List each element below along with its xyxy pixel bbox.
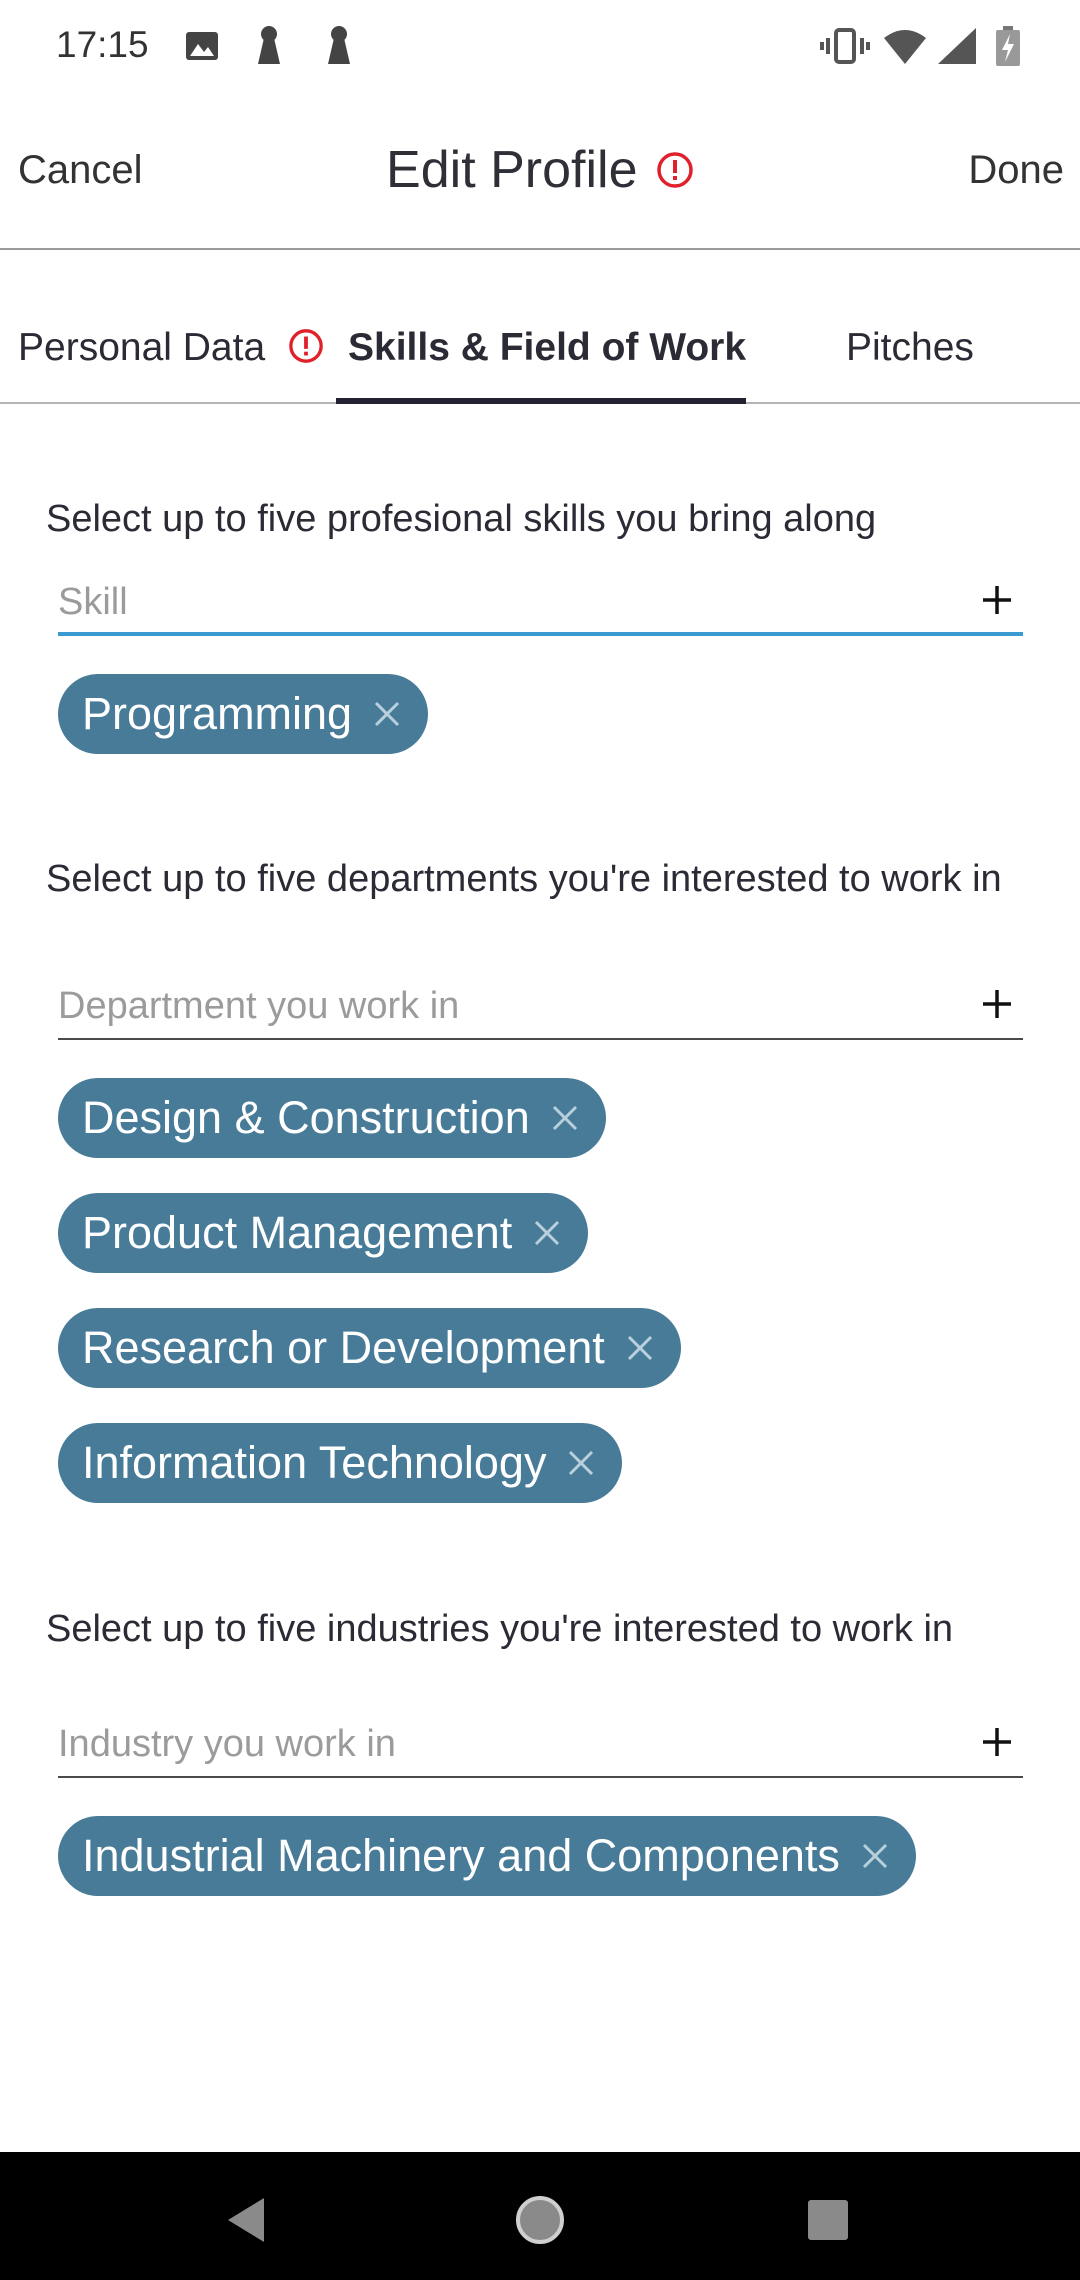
remove-chip-icon[interactable] — [550, 1103, 580, 1133]
department-chip: Design & Construction — [58, 1078, 606, 1158]
back-icon[interactable] — [218, 2190, 278, 2250]
active-tab-indicator — [336, 398, 746, 404]
system-nav-bar — [0, 2152, 1080, 2280]
tab-skills-field-of-work[interactable]: Skills & Field of Work — [348, 326, 746, 370]
department-chip: Product Management — [58, 1193, 589, 1273]
done-button[interactable]: Done — [968, 148, 1064, 193]
chip-label: Research or Development — [82, 1322, 605, 1373]
vibrate-icon — [820, 28, 870, 64]
skill-field — [58, 574, 1023, 636]
title-wrap: Edit Profile — [0, 140, 1080, 200]
remove-chip-icon[interactable] — [372, 699, 402, 729]
key-icon — [328, 26, 350, 64]
skills-label: Select up to five profesional skills you… — [46, 498, 877, 540]
industry-chip: Industrial Machinery and Components — [58, 1816, 916, 1896]
chip-label: Programming — [82, 688, 353, 739]
department-chip: Research or Development — [58, 1308, 681, 1388]
department-field — [58, 978, 1023, 1040]
department-chip: Information Technology — [58, 1423, 623, 1503]
page-title: Edit Profile — [386, 141, 638, 199]
remove-chip-icon[interactable] — [860, 1841, 890, 1871]
tab-label: Skills & Field of Work — [348, 326, 747, 369]
gallery-icon — [186, 32, 218, 60]
tab-label: Pitches — [846, 326, 974, 369]
tab-label: Personal Data — [18, 326, 266, 369]
chip-label: Design & Construction — [82, 1092, 530, 1143]
wifi-icon — [884, 30, 926, 64]
status-bar: 17:15 — [0, 0, 1080, 92]
status-time: 17:15 — [56, 24, 149, 65]
skill-input[interactable] — [58, 574, 938, 630]
tab-personal-data[interactable]: Personal Data — [18, 326, 324, 370]
home-icon[interactable] — [510, 2190, 570, 2250]
industry-input[interactable] — [58, 1716, 938, 1772]
departments-label: Select up to five departments you're int… — [46, 858, 1002, 900]
battery-icon — [996, 26, 1020, 66]
chip-label: Industrial Machinery and Components — [82, 1830, 840, 1881]
tab-bar: Personal Data Skills & Field of Work Pit… — [0, 252, 1080, 404]
add-department-button[interactable] — [977, 984, 1017, 1024]
chip-label: Information Technology — [82, 1437, 547, 1488]
industries-label: Select up to five industries you're inte… — [46, 1608, 954, 1650]
add-skill-button[interactable] — [977, 580, 1017, 620]
app-header: Cancel Edit Profile Done — [0, 92, 1080, 250]
remove-chip-icon[interactable] — [532, 1218, 562, 1248]
tab-pitches[interactable]: Pitches — [846, 326, 974, 370]
alert-icon — [657, 152, 693, 188]
recent-apps-icon[interactable] — [798, 2190, 858, 2250]
industry-field — [58, 1716, 1023, 1778]
remove-chip-icon[interactable] — [566, 1448, 596, 1478]
signal-icon — [938, 28, 976, 64]
skill-chip: Programming — [58, 674, 429, 754]
department-input[interactable] — [58, 978, 938, 1034]
key-icon — [258, 26, 280, 64]
chip-label: Product Management — [82, 1207, 513, 1258]
remove-chip-icon[interactable] — [625, 1333, 655, 1363]
alert-icon — [289, 329, 323, 363]
add-industry-button[interactable] — [977, 1722, 1017, 1762]
